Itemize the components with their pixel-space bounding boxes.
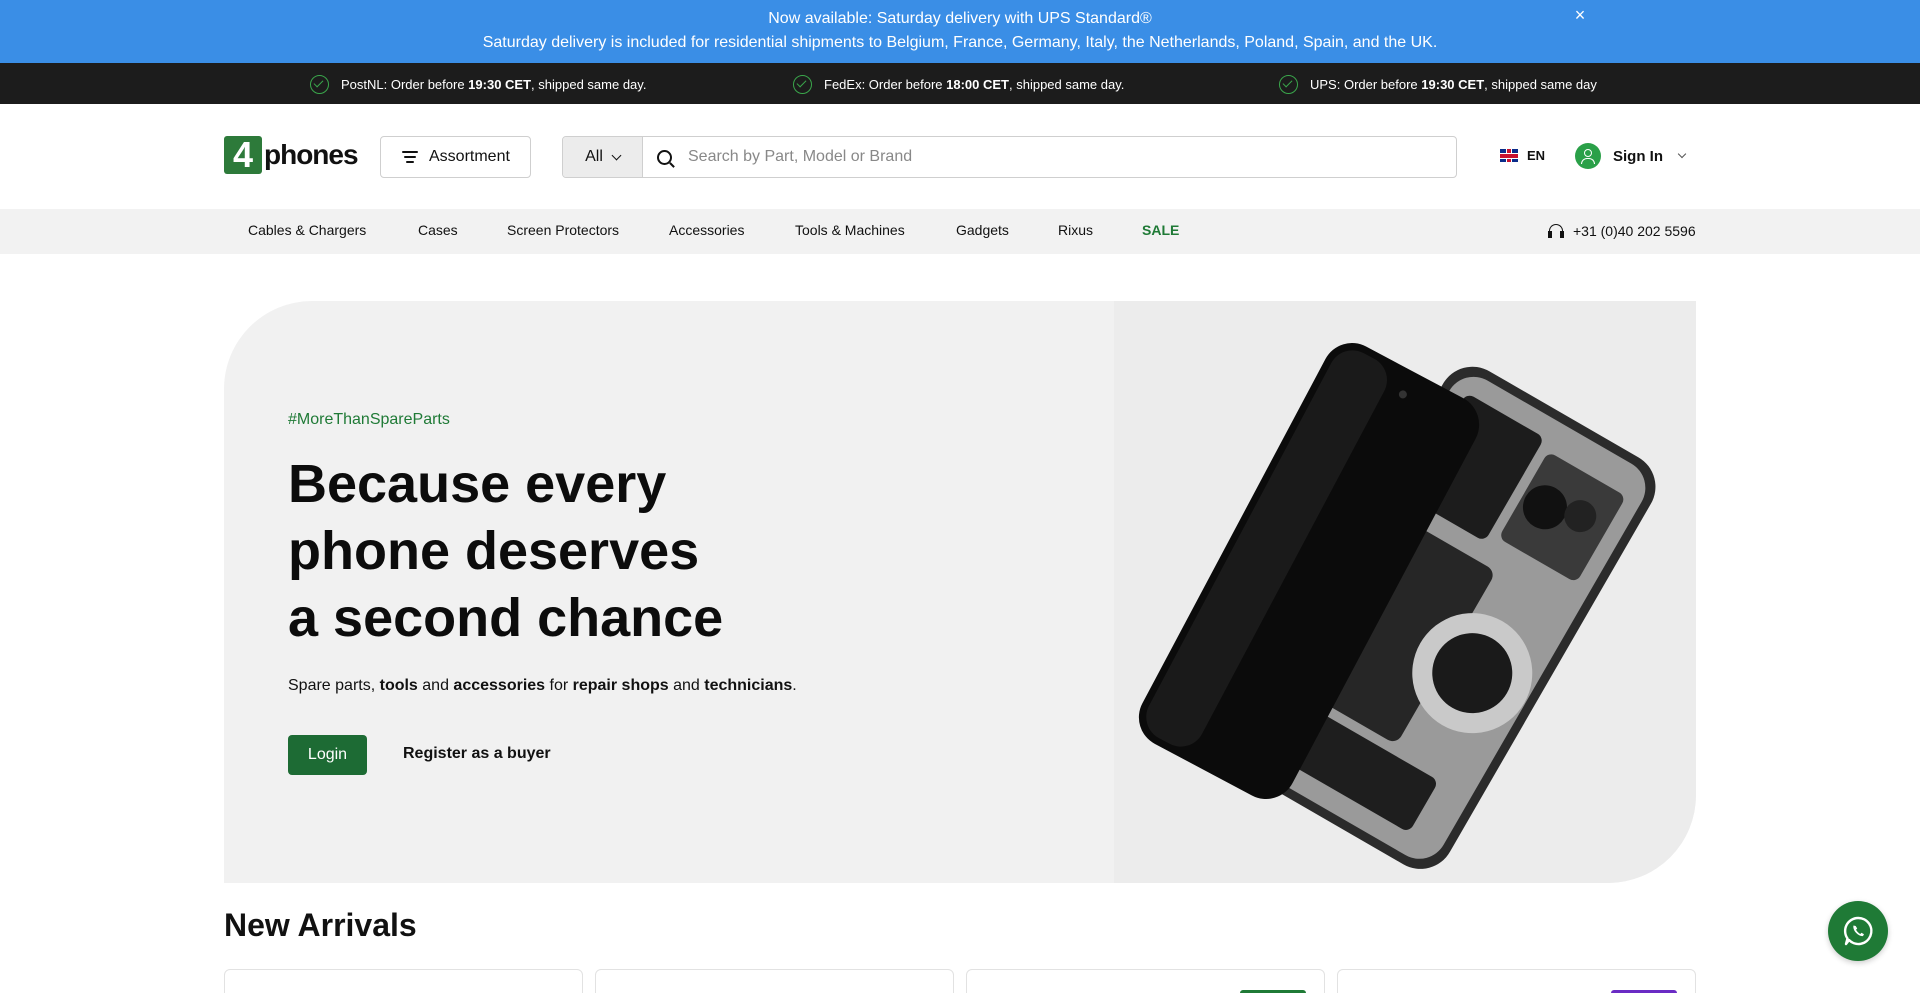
sign-in-label: Sign In: [1613, 147, 1663, 165]
search-category-select[interactable]: All: [563, 137, 643, 177]
language-label: EN: [1527, 148, 1546, 163]
register-buyer-link[interactable]: Register as a buyer: [403, 745, 551, 763]
product-card[interactable]: [595, 969, 954, 993]
whatsapp-button[interactable]: [1828, 901, 1888, 961]
hero-banner: #MoreThanSpareParts Because every phone …: [224, 301, 1696, 883]
hero-subtitle: Spare parts, tools and accessories for r…: [288, 677, 797, 694]
logo-word: phones: [264, 139, 359, 170]
search-icon: [657, 149, 672, 165]
nav-item-cases[interactable]: Cases: [418, 222, 458, 238]
hero-headline-line: a second chance: [288, 588, 724, 648]
hero-headline-line: Because every: [288, 454, 667, 514]
check-circle-icon: [1279, 75, 1298, 94]
uk-flag-icon: [1500, 149, 1518, 162]
hero-headline: Because every phone deserves a second ch…: [288, 451, 888, 652]
product-card[interactable]: [224, 969, 583, 993]
product-card[interactable]: [966, 969, 1325, 993]
whatsapp-icon: [1843, 916, 1873, 946]
announcement-bar: Now available: Saturday delivery with UP…: [0, 0, 1920, 63]
search-input[interactable]: [688, 148, 1448, 166]
nav-item-cables-chargers[interactable]: Cables & Chargers: [248, 222, 366, 238]
user-icon: [1575, 143, 1601, 169]
search-category-value: All: [585, 148, 603, 165]
chevron-down-icon: [611, 150, 622, 160]
nav-item-gadgets[interactable]: Gadgets: [956, 222, 1009, 238]
product-card[interactable]: [1337, 969, 1696, 993]
hero-headline-line: phone deserves: [288, 521, 700, 581]
announcement-text: Saturday delivery is included for reside…: [482, 34, 1438, 51]
phone-contact[interactable]: +31 (0)40 202 5596: [1548, 223, 1696, 239]
nav-item-sale[interactable]: SALE: [1142, 222, 1179, 238]
nav-item-tools-machines[interactable]: Tools & Machines: [795, 222, 905, 238]
shipping-text: PostNL: Order before 19:30 CET, shipped …: [341, 77, 647, 92]
check-circle-icon: [793, 75, 812, 94]
headset-icon: [1548, 223, 1564, 239]
hero-tag: #MoreThanSpareParts: [288, 411, 450, 428]
shipping-text: FedEx: Order before 18:00 CET, shipped s…: [824, 77, 1125, 92]
menu-icon: [402, 151, 418, 163]
logo-mark: 4: [224, 136, 262, 174]
assortment-button[interactable]: Assortment: [380, 136, 531, 178]
new-arrivals-heading: New Arrivals: [224, 907, 417, 943]
check-circle-icon: [310, 75, 329, 94]
shipping-fedex: FedEx: Order before 18:00 CET, shipped s…: [793, 75, 1124, 94]
chevron-down-icon: [1677, 149, 1687, 159]
nav-item-screen-protectors[interactable]: Screen Protectors: [507, 222, 619, 238]
nav-item-accessories[interactable]: Accessories: [669, 222, 744, 238]
login-button[interactable]: Login: [288, 735, 367, 775]
shipping-ups: UPS: Order before 19:30 CET, shipped sam…: [1279, 75, 1597, 94]
site-header: 4 phones Assortment All EN Sign In: [0, 104, 1920, 209]
search-bar: All: [562, 136, 1457, 178]
shipping-text: UPS: Order before 19:30 CET, shipped sam…: [1310, 77, 1597, 92]
category-nav: Cables & Chargers Cases Screen Protector…: [0, 209, 1920, 254]
shipping-bar: PostNL: Order before 19:30 CET, shipped …: [0, 63, 1920, 104]
phone-number: +31 (0)40 202 5596: [1573, 223, 1696, 239]
close-icon[interactable]: ×: [1570, 5, 1590, 25]
logo[interactable]: 4 phones: [224, 136, 359, 174]
language-selector[interactable]: EN: [1500, 148, 1545, 163]
nav-item-rixus[interactable]: Rixus: [1058, 222, 1093, 238]
assortment-label: Assortment: [429, 148, 510, 165]
shipping-postnl: PostNL: Order before 19:30 CET, shipped …: [310, 75, 646, 94]
announcement-title: Now available: Saturday delivery with UP…: [768, 10, 1152, 27]
sign-in-button[interactable]: Sign In: [1575, 143, 1687, 169]
exploded-phone-image: [1138, 343, 1656, 869]
